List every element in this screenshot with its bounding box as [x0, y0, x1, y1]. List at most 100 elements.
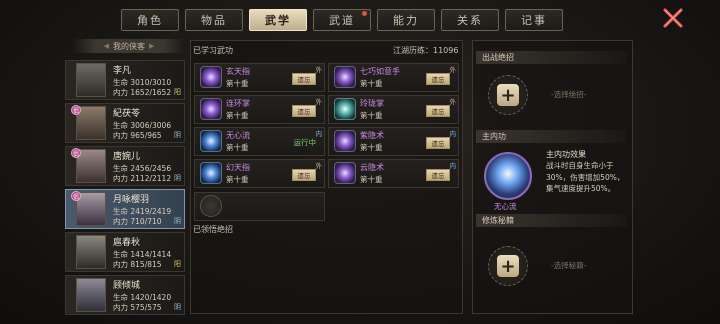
hero-mp: 内力 965/965 — [113, 131, 162, 140]
skill-type-tag: 外 — [315, 162, 323, 170]
skill-card[interactable]: 七巧如意手 第十重 外 遗忘 — [328, 63, 459, 92]
hero-portrait — [76, 235, 106, 269]
forget-button[interactable]: 遗忘 — [426, 137, 450, 149]
tab-relations[interactable]: 关系 — [441, 9, 499, 31]
section-title: 主内功 — [482, 132, 506, 141]
finger-strike-icon — [200, 66, 222, 88]
hero-card[interactable]: 扈春秋 生命 1414/1414 内力 815/815 阳 — [65, 232, 185, 272]
notification-dot — [362, 11, 367, 16]
skill-card[interactable]: 幻天指 第十重 外 遗忘 — [194, 159, 325, 188]
affinity-badge: 阴 — [174, 217, 181, 225]
hero-list-header: ◀ 我的侠客 ▶ — [73, 39, 185, 53]
affinity-badge: 阴 — [174, 174, 181, 182]
partner-badge: 侣 — [71, 191, 81, 201]
skill-name: 幻天指 — [226, 163, 250, 172]
hero-mp: 内力 1652/1652 — [113, 88, 172, 97]
skill-level: 第十重 — [226, 79, 249, 88]
skill-type-tag: 外 — [449, 98, 457, 106]
empty-skill-slot[interactable] — [194, 192, 325, 221]
skill-level: 第十重 — [360, 79, 383, 88]
experience-readout: 江湖历练：11096 — [393, 46, 459, 55]
forget-button[interactable]: 遗忘 — [426, 105, 450, 117]
seven-hands-icon — [334, 66, 356, 88]
running-status: 运行中 — [293, 138, 317, 147]
game-window: 角色 物品 武学 武道 能力 关系 记事 ◀ 我的侠客 ▶ 李凡 生命 3010… — [0, 0, 720, 324]
hero-card[interactable]: 李凡 生命 3010/3010 内力 1652/1652 阳 — [65, 60, 185, 100]
tab-items[interactable]: 物品 — [185, 9, 243, 31]
skill-card[interactable]: 无心流 第十重 内 运行中 — [194, 127, 325, 156]
partner-badge: 侣 — [71, 105, 81, 115]
phantom-finger-icon — [200, 162, 222, 184]
tab-label: 武道 — [329, 14, 355, 27]
blue-flame-icon — [200, 130, 222, 152]
skill-level: 第十重 — [360, 175, 383, 184]
skill-type-tag: 外 — [315, 98, 323, 106]
hero-name: 李凡 — [113, 66, 132, 76]
tab-character[interactable]: 角色 — [121, 9, 179, 31]
understood-moves-title: 已领悟绝招 — [193, 225, 233, 234]
purple-shadow-icon — [334, 130, 356, 152]
tab-ability[interactable]: 能力 — [377, 9, 435, 31]
forget-button[interactable]: 遗忘 — [426, 73, 450, 85]
empty-slot-icon — [200, 195, 222, 217]
combat-moves-header: 出战绝招 — [476, 51, 627, 64]
close-icon[interactable] — [661, 6, 685, 30]
hero-mp: 内力 2112/2112 — [113, 174, 172, 183]
hero-card[interactable]: 顾倾城 生命 1420/1420 内力 575/575 阴 — [65, 275, 185, 315]
skill-card[interactable]: 云隐术 第十重 内 遗忘 — [328, 159, 459, 188]
skill-name: 玄天指 — [226, 67, 250, 76]
hero-card[interactable]: 侣 紀茯苓 生命 3006/3006 内力 965/965 阴 — [65, 103, 185, 143]
hero-name: 扈春秋 — [113, 238, 141, 248]
tab-label: 关系 — [457, 14, 483, 27]
skill-name: 云隐术 — [360, 163, 384, 172]
tab-journal[interactable]: 记事 — [505, 9, 563, 31]
hero-card-selected[interactable]: 侣 月咏樱羽 生命 2419/2419 内力 710/710 阴 — [65, 189, 185, 229]
forget-button[interactable]: 遗忘 — [292, 105, 316, 117]
skill-type-tag: 外 — [449, 66, 457, 74]
inner-skill-header: 主内功 — [476, 130, 627, 143]
combat-move-slot[interactable]: + — [488, 75, 528, 115]
partner-badge: 侣 — [71, 148, 81, 158]
training-book-slot[interactable]: + — [488, 246, 528, 286]
skill-level: 第十重 — [226, 111, 249, 120]
skill-name: 七巧如意手 — [360, 67, 400, 76]
section-title: 出战绝招 — [482, 53, 514, 62]
add-icon[interactable]: + — [497, 255, 519, 277]
skill-name: 玲珑掌 — [360, 99, 384, 108]
blue-flame-icon[interactable] — [484, 152, 532, 200]
section-title: 修炼秘籍 — [482, 216, 514, 225]
hero-portrait — [76, 63, 106, 97]
forget-button[interactable]: 遗忘 — [292, 169, 316, 181]
tab-martial-way[interactable]: 武道 — [313, 9, 371, 31]
skill-level: 第十重 — [226, 143, 249, 152]
select-move-hint: -选择绝招- — [551, 90, 587, 99]
tab-label: 能力 — [393, 14, 419, 27]
skill-card[interactable]: 玲珑掌 第十重 外 遗忘 — [328, 95, 459, 124]
add-icon[interactable]: + — [497, 84, 519, 106]
skill-card[interactable]: 连环掌 第十重 外 遗忘 — [194, 95, 325, 124]
inner-effect-title: 主内功效果 — [546, 150, 586, 159]
tab-bar: 角色 物品 武学 武道 能力 关系 记事 — [121, 9, 563, 31]
skill-card[interactable]: 玄天指 第十重 外 遗忘 — [194, 63, 325, 92]
tab-martial-arts[interactable]: 武学 — [249, 9, 307, 31]
hero-portrait — [76, 278, 106, 312]
hero-mp: 内力 575/575 — [113, 303, 162, 312]
skill-card[interactable]: 紫隐术 第十重 内 遗忘 — [328, 127, 459, 156]
hero-mp: 内力 710/710 — [113, 217, 162, 226]
right-arrow-icon: ▶ — [149, 42, 155, 50]
jade-palm-icon — [334, 98, 356, 120]
learned-skills-title: 已学习武功 — [193, 46, 233, 55]
hero-list-title: 我的侠客 — [113, 41, 145, 51]
left-arrow-icon: ◀ — [103, 42, 109, 50]
forget-button[interactable]: 遗忘 — [426, 169, 450, 181]
affinity-badge: 阴 — [174, 131, 181, 139]
forget-button[interactable]: 遗忘 — [292, 73, 316, 85]
affinity-badge: 阳 — [174, 88, 181, 96]
inner-effect-text: 战斗时自身生命小于30%，伤害增加50%，集气速度提升50%。 — [546, 161, 625, 193]
affinity-badge: 阴 — [174, 303, 181, 311]
tab-label: 记事 — [521, 14, 547, 27]
hero-card[interactable]: 侣 唐婉儿 生命 2456/2456 内力 2112/2112 阴 — [65, 146, 185, 186]
hero-name: 月咏樱羽 — [113, 195, 150, 205]
skill-level: 第十重 — [360, 143, 383, 152]
hero-mp: 内力 815/815 — [113, 260, 162, 269]
